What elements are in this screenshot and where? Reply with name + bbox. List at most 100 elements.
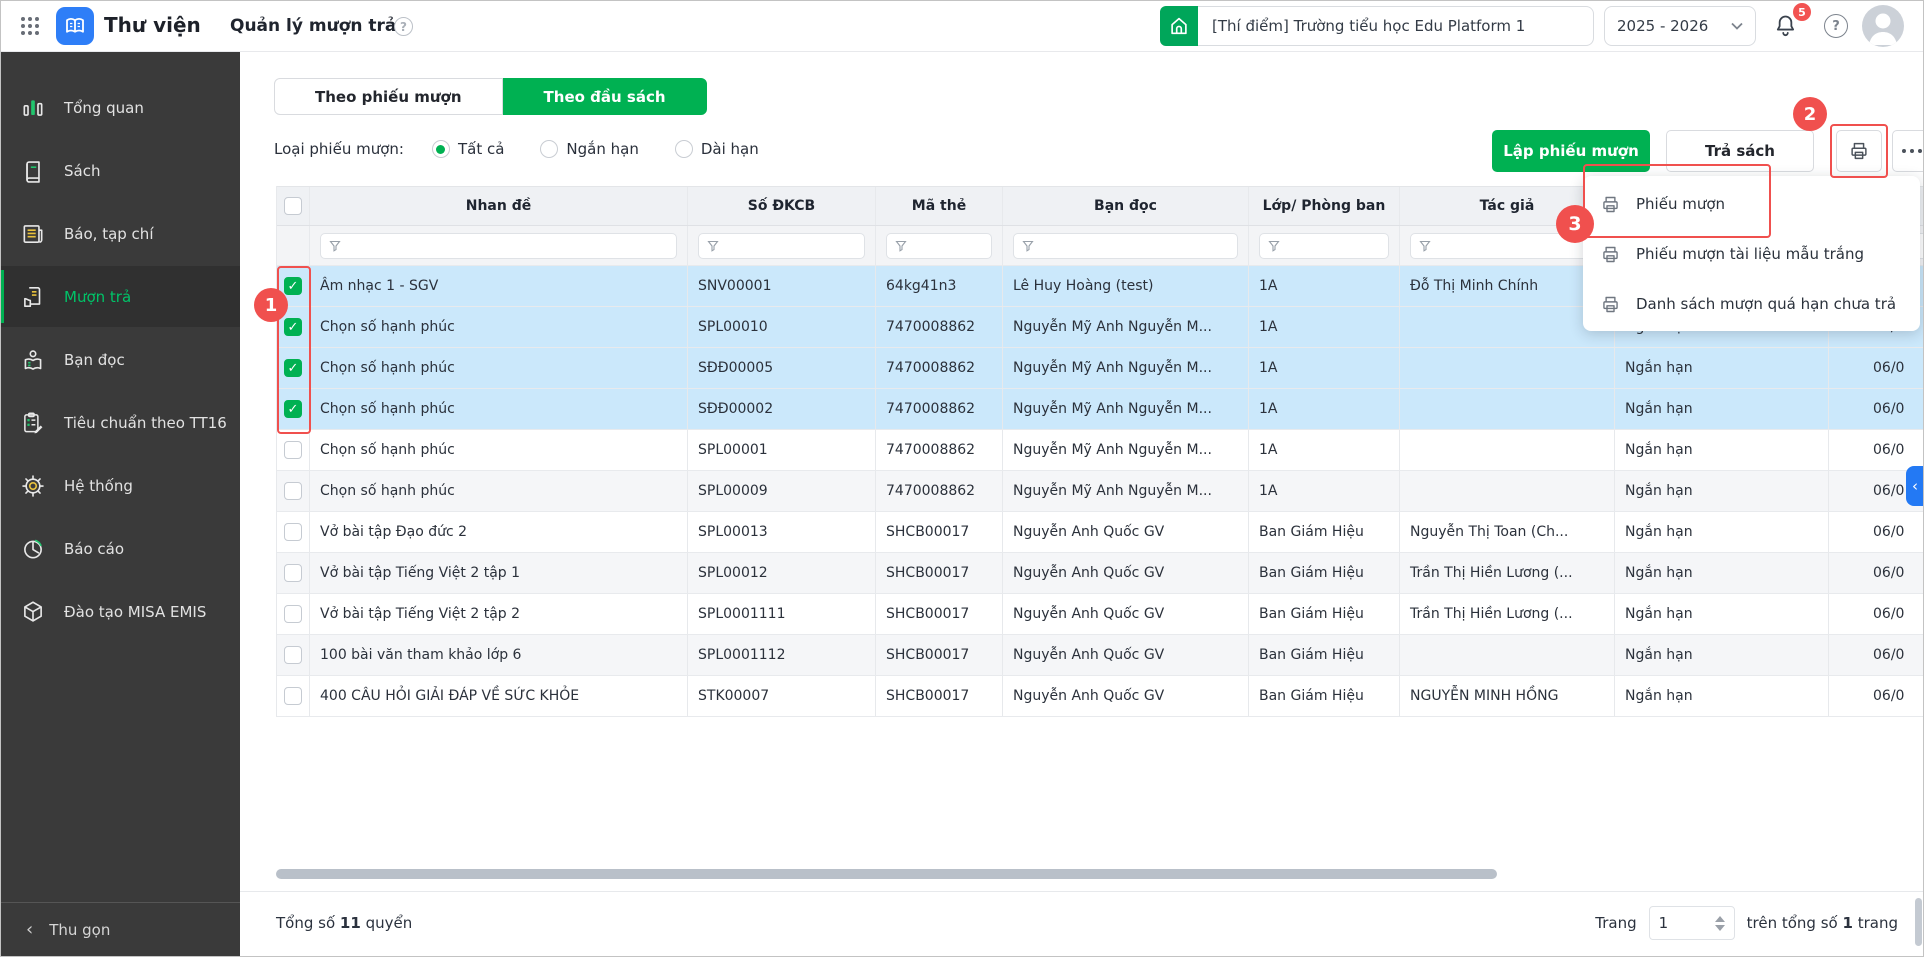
cell-class_room: Ban Giám Hiệu [1249, 676, 1400, 716]
cell-author: Nguyễn Thị Toan (Ch... [1400, 512, 1615, 552]
cell-checkbox [277, 512, 310, 552]
help-icon[interactable]: ? [1824, 14, 1848, 38]
app-title: Thư viện [104, 13, 201, 37]
cell-reader: Nguyễn Anh Quốc GV [1003, 635, 1249, 675]
row-checkbox[interactable] [284, 441, 302, 459]
row-checkbox[interactable] [284, 564, 302, 582]
table-row[interactable]: Vở bài tập Đạo đức 2SPL00013SHCB00017Ngu… [277, 512, 1924, 553]
stepper-arrows-icon[interactable] [1715, 916, 1725, 931]
sidebar-item-tieu-chuan-tt16[interactable]: Tiêu chuẩn theo TT16 [0, 392, 240, 453]
table-row[interactable]: Chọn số hạnh phúcSPL000017470008862Nguyễ… [277, 430, 1924, 471]
sidebar-item-tong-quan[interactable]: Tổng quan [0, 77, 240, 138]
sidebar-item-ban-doc[interactable]: Bạn đọc [0, 329, 240, 390]
cell-card: 7470008862 [876, 430, 1003, 470]
school-name[interactable]: [Thí điểm] Trường tiểu học Edu Platform … [1198, 6, 1594, 46]
header-checkbox-cell [277, 187, 310, 225]
app-grid-icon[interactable] [18, 14, 42, 38]
table-row[interactable]: Vở bài tập Tiếng Việt 2 tập 2SPL0001111S… [277, 594, 1924, 635]
row-checkbox[interactable] [284, 482, 302, 500]
cell-class_room: Ban Giám Hiệu [1249, 512, 1400, 552]
radio-selected-icon[interactable] [432, 140, 450, 158]
filter-input-card[interactable] [886, 233, 992, 259]
filter-input-code[interactable] [698, 233, 865, 259]
menu-item-danh-sach-qua-han[interactable]: Danh sách mượn quá hạn chưa trả [1583, 279, 1920, 329]
table-row[interactable]: ✓Chọn số hạnh phúcSĐĐ000027470008862Nguy… [277, 389, 1924, 430]
row-checkbox[interactable] [284, 605, 302, 623]
cube-icon [20, 599, 46, 625]
annotation-rect-print-button [1830, 124, 1888, 178]
column-header-title: Nhan đề [310, 187, 688, 225]
table-row[interactable]: Vở bài tập Tiếng Việt 2 tập 1SPL00012SHC… [277, 553, 1924, 594]
filter-input-reader[interactable] [1013, 233, 1238, 259]
row-checkbox[interactable] [284, 646, 302, 664]
filter-input-title[interactable] [320, 233, 677, 259]
cell-card: SHCB00017 [876, 676, 1003, 716]
horizontal-scrollbar[interactable] [276, 869, 1497, 879]
library-logo-icon [56, 7, 94, 45]
more-actions-button[interactable] [1892, 130, 1924, 172]
radio-dai-han[interactable]: Dài hạn [675, 140, 759, 158]
page-number-input[interactable] [1659, 914, 1703, 932]
page-number-stepper[interactable] [1649, 906, 1735, 940]
cell-title: Âm nhạc 1 - SGV [310, 266, 688, 306]
cell-reader: Nguyễn Anh Quốc GV [1003, 594, 1249, 634]
newspaper-icon [20, 221, 46, 247]
sidebar-collapse-button[interactable]: ‹ Thu gọn [0, 902, 240, 957]
cell-code: SNV00001 [688, 266, 876, 306]
cell-reader: Nguyễn Anh Quốc GV [1003, 676, 1249, 716]
page-help-icon[interactable]: ? [394, 17, 413, 36]
table-row[interactable]: Chọn số hạnh phúcSPL000097470008862Nguyễ… [277, 471, 1924, 512]
cell-date: 06/0 [1829, 389, 1924, 429]
cell-title: Vở bài tập Tiếng Việt 2 tập 2 [310, 594, 688, 634]
avatar[interactable] [1862, 5, 1904, 47]
cell-loan_type: Ngắn hạn [1615, 512, 1829, 552]
row-checkbox[interactable] [284, 523, 302, 541]
cell-loan_type: Ngắn hạn [1615, 635, 1829, 675]
cell-card: SHCB00017 [876, 553, 1003, 593]
cell-class_room: Ban Giám Hiệu [1249, 594, 1400, 634]
home-icon[interactable] [1160, 6, 1198, 46]
cell-date: 06/0 [1829, 348, 1924, 388]
side-panel-toggle[interactable]: ‹ [1906, 466, 1924, 506]
tab-theo-phieu-muon[interactable]: Theo phiếu mượn [274, 78, 503, 115]
cell-checkbox [277, 635, 310, 675]
view-tabs: Theo phiếu mượn Theo đầu sách [274, 78, 707, 115]
annotation-step-3: 3 [1556, 205, 1594, 243]
radio-ngan-han[interactable]: Ngắn hạn [540, 140, 638, 158]
cell-author [1400, 471, 1615, 511]
sidebar-item-bao-tap-chi[interactable]: Báo, tạp chí [0, 203, 240, 264]
page-title: Quản lý mượn trả [230, 16, 396, 36]
annotation-rect-menu-item [1583, 164, 1771, 238]
sidebar-item-bao-cao[interactable]: Báo cáo [0, 518, 240, 579]
cell-author [1400, 635, 1615, 675]
school-year-select[interactable]: 2025 - 2026 [1604, 6, 1756, 46]
cell-code: SPL0001111 [688, 594, 876, 634]
cell-checkbox [277, 471, 310, 511]
borrow-return-icon [20, 284, 46, 310]
sidebar-item-dao-tao[interactable]: Đào tạo MISA EMIS [0, 581, 240, 642]
tab-theo-dau-sach[interactable]: Theo đầu sách [503, 78, 707, 115]
sidebar-item-sach[interactable]: Sách [0, 140, 240, 201]
cell-loan_type: Ngắn hạn [1615, 676, 1829, 716]
bar-chart-icon [20, 95, 46, 121]
table-row[interactable]: 400 CÂU HỎI GIẢI ĐÁP VỀ SỨC KHỎESTK00007… [277, 676, 1924, 717]
cell-card: 7470008862 [876, 389, 1003, 429]
chevron-left-icon: ‹ [1912, 477, 1918, 495]
cell-code: SPL00001 [688, 430, 876, 470]
radio-icon[interactable] [540, 140, 558, 158]
table-row[interactable]: 100 bài văn tham khảo lớp 6SPL0001112SHC… [277, 635, 1924, 676]
table-row[interactable]: ✓Chọn số hạnh phúcSĐĐ000057470008862Nguy… [277, 348, 1924, 389]
select-all-checkbox[interactable] [284, 197, 302, 215]
cell-title: Vở bài tập Tiếng Việt 2 tập 1 [310, 553, 688, 593]
cell-card: 7470008862 [876, 307, 1003, 347]
radio-icon[interactable] [675, 140, 693, 158]
row-checkbox[interactable] [284, 687, 302, 705]
vertical-scrollbar[interactable] [1915, 898, 1922, 946]
cell-checkbox [277, 594, 310, 634]
sidebar-item-muon-tra[interactable]: Mượn trả [0, 266, 240, 327]
school-selector[interactable]: [Thí điểm] Trường tiểu học Edu Platform … [1160, 6, 1594, 46]
filter-input-class_room[interactable] [1259, 233, 1389, 259]
sidebar-item-he-thong[interactable]: Hệ thống [0, 455, 240, 516]
radio-tat-ca[interactable]: Tất cả [432, 140, 504, 158]
cell-reader: Nguyễn Anh Quốc GV [1003, 553, 1249, 593]
